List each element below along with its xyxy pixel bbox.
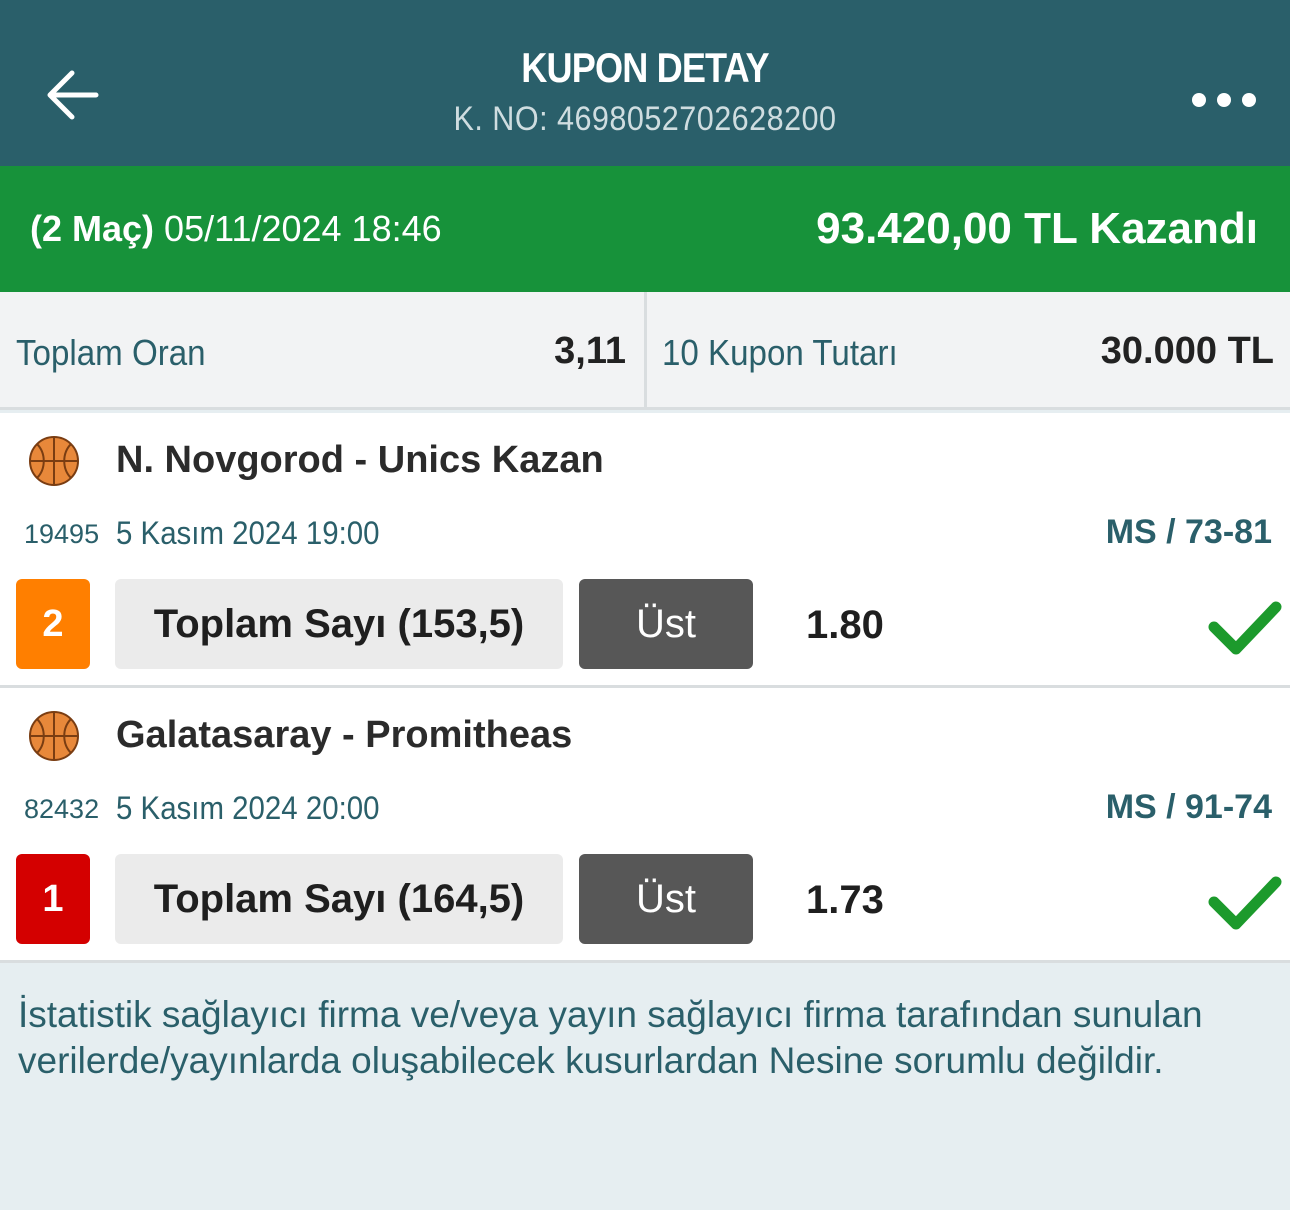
more-horizontal-icon-dot: [1217, 93, 1231, 107]
coupon-number: K. NO: 4698052702628200: [453, 100, 837, 138]
winning-amount: 93.420,00 TL Kazandı: [816, 204, 1258, 253]
match-row[interactable]: Galatasaray - Promitheas 82432 5 Kasım 2…: [0, 688, 1290, 963]
bet-selection: Üst: [579, 579, 753, 669]
match-date: 5 Kasım 2024 19:00: [116, 515, 380, 551]
match-code: 82432: [24, 794, 100, 824]
pick-number-badge: 2: [16, 579, 90, 669]
coupon-summary: Toplam Oran 3,11 10 Kupon Tutarı 30.000 …: [0, 292, 1290, 410]
more-horizontal-icon-dot: [1192, 93, 1206, 107]
match-teams: N. Novgorod - Unics Kazan: [116, 439, 604, 481]
stake-label: 10 Kupon Tutarı: [662, 332, 898, 373]
total-odds-value: 3,11: [554, 330, 626, 372]
match-row[interactable]: N. Novgorod - Unics Kazan 19495 5 Kasım …: [0, 413, 1290, 688]
page-title: KUPON DETAY: [521, 44, 769, 91]
coupon-result-bar: (2 Maç) 05/11/2024 18:46 93.420,00 TL Ka…: [0, 166, 1290, 292]
bet-odd: 1.73: [806, 878, 884, 922]
bet-market: Toplam Sayı (153,5): [115, 579, 563, 669]
match-score: MS / 73-81: [1105, 513, 1272, 551]
pick-number-badge: 1: [16, 854, 90, 944]
match-score: MS / 91-74: [1105, 788, 1272, 826]
match-code: 19495: [24, 519, 100, 549]
check-icon: [1208, 601, 1282, 655]
more-horizontal-icon-dot: [1242, 93, 1256, 107]
stake-value: 30.000 TL: [1100, 330, 1274, 372]
total-odds-label: Toplam Oran: [16, 332, 206, 373]
check-icon: [1208, 876, 1282, 930]
disclaimer-text: İstatistik sağlayıcı firma ve/veya yayın…: [18, 994, 1203, 1081]
match-count: (2 Maç): [30, 208, 155, 249]
summary-divider: [644, 292, 647, 410]
more-options-button[interactable]: [1192, 82, 1256, 118]
match-teams: Galatasaray - Promitheas: [116, 714, 573, 756]
bet-market: Toplam Sayı (164,5): [115, 854, 563, 944]
bet-selection: Üst: [579, 854, 753, 944]
match-date: 5 Kasım 2024 20:00: [116, 790, 380, 826]
coupon-info: (2 Maç) 05/11/2024 18:46: [30, 208, 442, 250]
coupon-datetime: 05/11/2024 18:46: [164, 208, 442, 249]
basketball-icon: [29, 436, 79, 486]
app-header: KUPON DETAY K. NO: 4698052702628200: [0, 0, 1290, 166]
bet-odd: 1.80: [806, 603, 884, 647]
basketball-icon: [29, 711, 79, 761]
